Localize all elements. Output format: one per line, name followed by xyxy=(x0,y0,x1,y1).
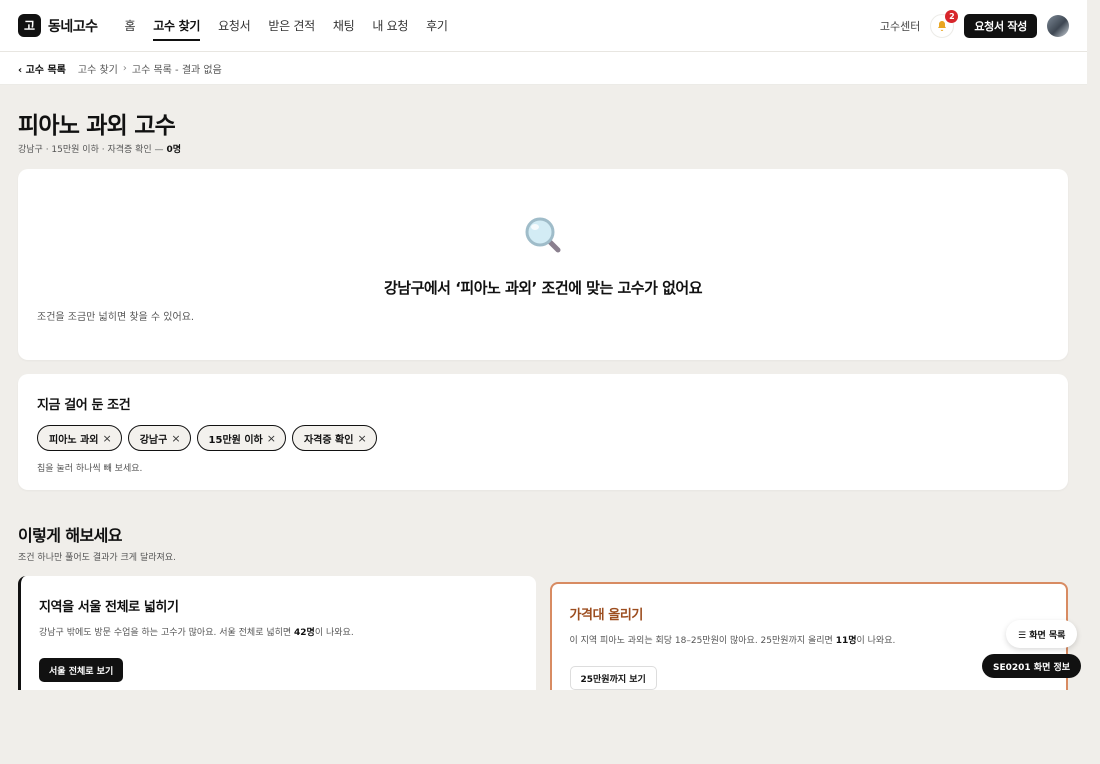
empty-state-title: 강남구에서 ‘피아노 과외’ 조건에 맞는 고수가 없어요 xyxy=(383,279,703,297)
view-seoul-button[interactable]: 서울 전체로 보기 xyxy=(39,658,124,682)
suggestion-title: 가격대 올리기 xyxy=(569,608,644,623)
close-icon: × xyxy=(102,431,112,445)
result-count: 0명 xyxy=(166,145,181,155)
write-request-button[interactable]: 요청서 작성 xyxy=(964,13,1037,38)
breadcrumb-current: 고수 목록 - 결과 없음 xyxy=(131,64,222,76)
suggestion-list: 지역을 서울 전체로 넓히기 강남구 밖에도 방문 수업을 하는 고수가 많아요… xyxy=(18,576,1068,690)
filter-chip-label: 15만원 이하 xyxy=(208,434,263,446)
breadcrumb-find-pros[interactable]: 고수 찾기 xyxy=(78,61,118,76)
screen-info-button[interactable]: SE0201 화면 정보 xyxy=(982,654,1082,678)
page-subtitle: 강남구 · 15만원 이하 · 자격증 확인 — 0명 xyxy=(18,142,1068,155)
screen-list-button[interactable]: ☰ 화면 목록 xyxy=(1006,620,1078,648)
close-icon: × xyxy=(171,431,181,445)
pro-center-link[interactable]: 고수센터 xyxy=(880,18,920,34)
nav-reviews[interactable]: 후기 xyxy=(417,0,456,52)
breadcrumb: ‹ 고수 목록 고수 찾기 › 고수 목록 - 결과 없음 xyxy=(0,52,1087,85)
logo-mark: 고 xyxy=(18,14,41,37)
avatar[interactable] xyxy=(1047,14,1069,37)
suggestion-count: 42명 xyxy=(294,628,315,638)
logo-text: 동네고수 xyxy=(48,18,98,35)
close-icon: × xyxy=(357,431,367,445)
filter-chip-gangnam[interactable]: 강남구 × xyxy=(127,425,191,451)
notifications-button[interactable]: 2 xyxy=(930,9,959,38)
active-filters-card: 지금 걸어 둔 조건 피아노 과외 × 강남구 × 15만원 이하 × 자격증 … xyxy=(18,374,1068,490)
notification-badge: 2 xyxy=(945,9,959,23)
magnifier-icon xyxy=(525,217,561,253)
suggestion-description: 이 지역 피아노 과외는 회당 18–25만원이 많아요. 25만원까지 올리면… xyxy=(570,633,1049,646)
filter-chip-label: 자격증 확인 xyxy=(303,434,354,446)
nav-chat[interactable]: 채팅 xyxy=(324,0,363,52)
suggestion-count: 11명 xyxy=(835,636,857,646)
suggestion-description: 강남구 밖에도 방문 수업을 하는 고수가 많아요. 서울 전체로 넓히면 42… xyxy=(39,625,518,638)
nav-find-pros[interactable]: 고수 찾기 xyxy=(144,0,209,52)
logo[interactable]: 고 동네고수 xyxy=(18,14,98,37)
suggestion-desc-suffix: 이 나와요. xyxy=(314,628,354,638)
filter-summary: 강남구 · 15만원 이하 · 자격증 확인 — xyxy=(18,145,164,155)
suggestion-title: 지역을 서울 전체로 넓히기 xyxy=(39,600,179,615)
close-icon: × xyxy=(266,431,276,445)
main-nav: 홈 고수 찾기 요청서 받은 견적 채팅 내 요청 후기 xyxy=(116,0,457,52)
view-up-to-25-button[interactable]: 25만원까지 보기 xyxy=(569,666,657,690)
filter-chip-label: 강남구 xyxy=(139,434,168,446)
suggestions-subtitle: 조건 하나만 풀어도 결과가 크게 달라져요. xyxy=(18,553,176,563)
active-filters-heading: 지금 걸어 둔 조건 xyxy=(37,398,131,413)
empty-state-description: 조건을 조금만 넓히면 찾을 수 있어요. xyxy=(37,312,195,323)
filter-chip-list: 피아노 과외 × 강남구 × 15만원 이하 × 자격증 확인 × xyxy=(37,425,1049,451)
breadcrumb-separator: › xyxy=(122,62,127,74)
empty-state-card: 강남구에서 ‘피아노 과외’ 조건에 맞는 고수가 없어요 조건을 조금만 넓히… xyxy=(18,169,1068,360)
filter-hint: 칩을 눌러 하나씩 빼 보세요. xyxy=(37,464,143,474)
main-content: 피아노 과외 고수 강남구 · 15만원 이하 · 자격증 확인 — 0명 강남… xyxy=(0,85,1087,690)
filter-chip-piano[interactable]: 피아노 과외 × xyxy=(37,425,122,451)
nav-home[interactable]: 홈 xyxy=(116,0,145,52)
back-to-list-link[interactable]: ‹ 고수 목록 xyxy=(18,61,66,76)
filter-chip-price[interactable]: 15만원 이하 × xyxy=(196,425,286,451)
nav-my-requests[interactable]: 내 요청 xyxy=(363,0,417,52)
top-navigation-bar: 고 동네고수 홈 고수 찾기 요청서 받은 견적 채팅 내 요청 후기 고수센터… xyxy=(0,0,1087,52)
nav-received-quotes[interactable]: 받은 견적 xyxy=(259,0,323,52)
suggestions-title: 이렇게 해보세요 xyxy=(18,526,122,545)
nav-requests[interactable]: 요청서 xyxy=(209,0,259,52)
suggestion-card-expand-region: 지역을 서울 전체로 넓히기 강남구 밖에도 방문 수업을 하는 고수가 많아요… xyxy=(18,576,536,690)
suggestion-desc-text: 강남구 밖에도 방문 수업을 하는 고수가 많아요. 서울 전체로 넓히면 xyxy=(39,628,295,638)
suggestion-desc-suffix: 이 나와요. xyxy=(856,636,896,646)
filter-chip-certified[interactable]: 자격증 확인 × xyxy=(291,425,377,451)
app-viewport: 고 동네고수 홈 고수 찾기 요청서 받은 견적 채팅 내 요청 후기 고수센터… xyxy=(0,0,1087,690)
suggestion-desc-text: 이 지역 피아노 과외는 회당 18–25만원이 많아요. 25만원까지 올리면 xyxy=(569,636,836,646)
filter-chip-label: 피아노 과외 xyxy=(49,434,99,446)
page-title: 피아노 과외 고수 xyxy=(18,113,176,139)
header-actions: 고수센터 2 요청서 작성 xyxy=(880,9,1069,38)
